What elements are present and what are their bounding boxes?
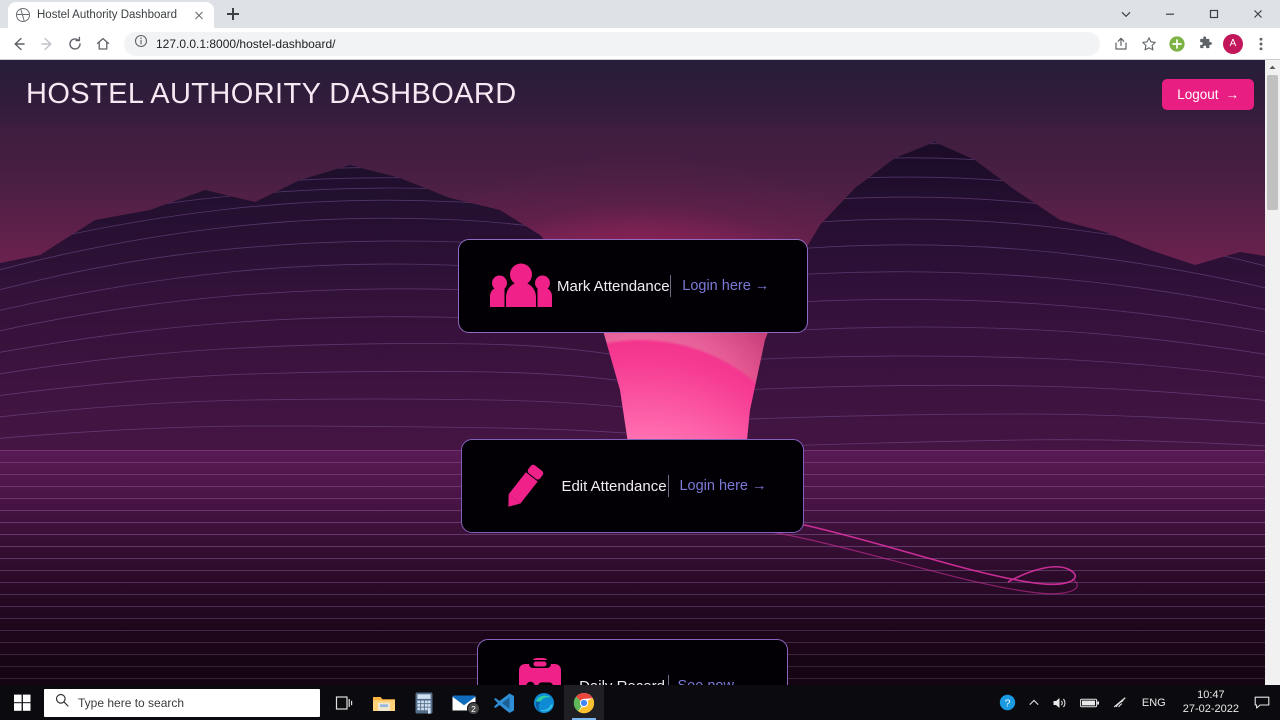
chevron-up-icon[interactable] — [1022, 685, 1046, 720]
clock[interactable]: 10:47 27-02-2022 — [1174, 685, 1248, 720]
address-bar[interactable]: 127.0.0.1:8000/hostel-dashboard/ — [124, 31, 1100, 56]
vertical-scrollbar[interactable] — [1265, 60, 1280, 720]
logout-label: Logout — [1177, 86, 1219, 102]
battery-icon[interactable] — [1074, 685, 1106, 720]
mail-icon[interactable]: 2 — [444, 685, 484, 720]
maximize-icon[interactable] — [1192, 0, 1236, 28]
tab-strip: Hostel Authority Dashboard — [0, 0, 1280, 28]
browser-window: Hostel Authority Dashboard 127.0.0.1:800… — [0, 0, 1280, 720]
browser-tab[interactable]: Hostel Authority Dashboard — [8, 2, 214, 28]
url-text: 127.0.0.1:8000/hostel-dashboard/ — [156, 36, 336, 51]
dashboard-cards: Mark Attendance Login here → Edit Attend… — [0, 60, 1280, 720]
chevron-down-icon[interactable] — [1104, 0, 1148, 28]
info-circle-icon[interactable] — [134, 34, 148, 53]
card-label: Edit Attendance — [561, 477, 667, 495]
chrome-icon[interactable] — [564, 685, 604, 720]
speaker-icon[interactable] — [1046, 685, 1074, 720]
edge-icon[interactable] — [524, 685, 564, 720]
plus-icon[interactable] — [220, 1, 246, 27]
system-tray: ? ENG 10:47 27-02-2022 — [993, 685, 1280, 720]
windows-logo-icon[interactable] — [0, 685, 44, 720]
card-edit-attendance[interactable]: Edit Attendance Login here → — [461, 439, 804, 533]
window-controls — [1104, 0, 1280, 28]
help-circle-icon[interactable]: ? — [993, 685, 1022, 720]
arrow-right-icon: → — [1225, 86, 1240, 102]
search-input[interactable]: Type here to search — [44, 688, 320, 717]
file-explorer-icon[interactable] — [364, 685, 404, 720]
arrow-left-icon[interactable] — [6, 31, 32, 57]
avatar[interactable]: A — [1220, 31, 1246, 57]
card-mark-attendance[interactable]: Mark Attendance Login here → — [458, 239, 808, 333]
taskbar-apps: 2 — [324, 685, 604, 720]
calculator-icon[interactable] — [404, 685, 444, 720]
clock-date: 27-02-2022 — [1182, 702, 1239, 715]
search-placeholder: Type here to search — [78, 695, 185, 710]
card-label: Mark Attendance — [557, 277, 670, 295]
card-link[interactable]: Login here → — [671, 278, 781, 294]
page-title: HOSTEL AUTHORITY DASHBOARD — [26, 77, 517, 110]
reload-icon[interactable] — [62, 31, 88, 57]
minimize-icon[interactable] — [1148, 0, 1192, 28]
logout-button[interactable]: Logout → — [1162, 78, 1254, 110]
language-indicator[interactable]: ENG — [1134, 697, 1174, 709]
search-icon — [55, 693, 69, 712]
scrollbar-thumb[interactable] — [1267, 75, 1278, 210]
arrow-right-icon[interactable] — [34, 31, 60, 57]
clock-time: 10:47 — [1197, 689, 1225, 702]
three-dots-vertical-icon[interactable] — [1248, 31, 1274, 57]
pencil-edit-icon — [488, 459, 560, 513]
scroll-up-arrow[interactable] — [1265, 60, 1280, 75]
page-header: HOSTEL AUTHORITY DASHBOARD Logout → — [0, 60, 1280, 128]
home-icon[interactable] — [90, 31, 116, 57]
browser-toolbar: 127.0.0.1:8000/hostel-dashboard/ A — [0, 28, 1280, 60]
people-group-icon — [485, 262, 557, 310]
close-icon[interactable] — [1236, 0, 1280, 28]
tab-title: Hostel Authority Dashboard — [37, 9, 177, 21]
vscode-icon[interactable] — [484, 685, 524, 720]
wifi-icon[interactable] — [1106, 685, 1134, 720]
puzzle-piece-icon[interactable] — [1192, 31, 1218, 57]
profile-initial: A — [1223, 33, 1243, 54]
share-icon[interactable] — [1108, 31, 1134, 57]
card-link[interactable]: Login here → — [669, 478, 777, 494]
task-view-icon[interactable] — [324, 685, 364, 720]
close-icon[interactable] — [191, 8, 206, 23]
mail-badge: 2 — [467, 702, 480, 715]
add-circle-icon[interactable] — [1164, 31, 1190, 57]
globe-icon — [16, 8, 30, 22]
svg-text:?: ? — [1004, 697, 1010, 709]
page-viewport: HOSTEL AUTHORITY DASHBOARD Logout → Mark… — [0, 60, 1280, 720]
star-icon[interactable] — [1136, 31, 1162, 57]
windows-taskbar: Type here to search 2 ? ENG 10:47 27-02-… — [0, 685, 1280, 720]
notification-icon[interactable] — [1248, 685, 1276, 720]
